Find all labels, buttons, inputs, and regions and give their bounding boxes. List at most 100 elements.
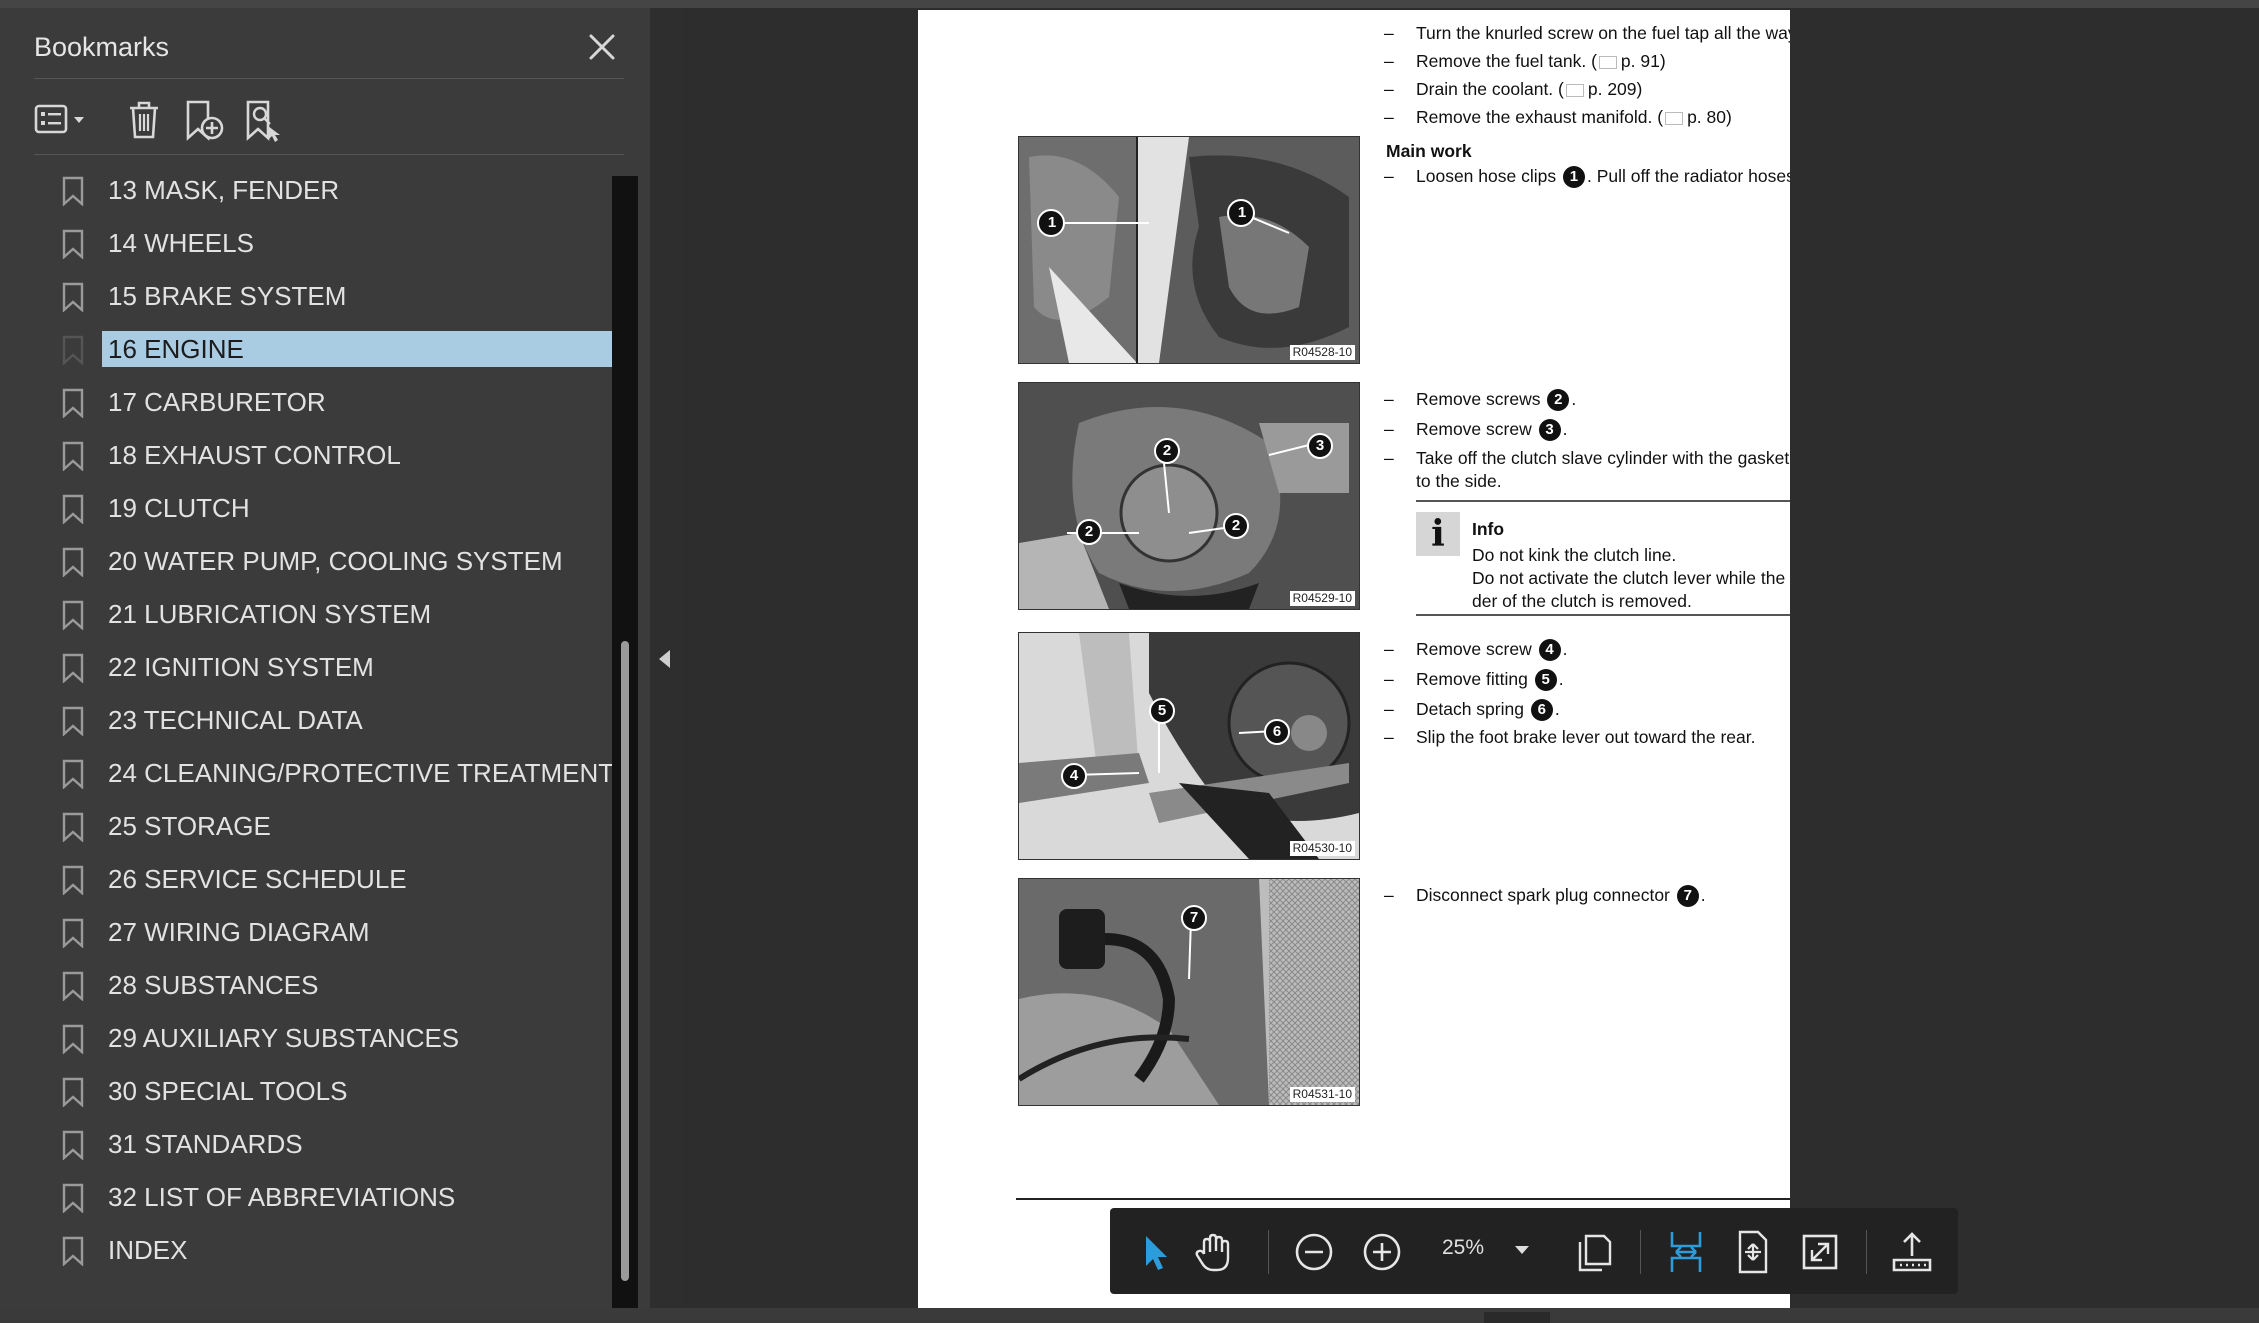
hand-tool-icon[interactable] <box>1190 1228 1238 1276</box>
callout-number: 2 <box>1154 438 1180 464</box>
list-dash: – <box>1384 51 1394 71</box>
zoom-out-icon[interactable] <box>1290 1228 1338 1276</box>
bookmark-item[interactable]: 22 IGNITION SYSTEM <box>0 643 612 691</box>
info-icon: i <box>1416 512 1460 556</box>
bookmark-item[interactable]: 27 WIRING DIAGRAM <box>0 908 612 956</box>
bookmark-item[interactable]: 25 STORAGE <box>0 802 612 850</box>
bookmark-item[interactable]: 14 WHEELS <box>0 219 612 267</box>
bookmark-item[interactable]: 23 TECHNICAL DATA <box>0 696 612 744</box>
bookmark-icon <box>62 1077 84 1107</box>
bookmark-label: 22 IGNITION SYSTEM <box>108 652 374 682</box>
list-dash: – <box>1384 79 1394 99</box>
bookmark-icon <box>62 706 84 736</box>
bookmark-item[interactable]: INDEX <box>0 1226 612 1274</box>
photo-radiator-hoses: 1 1 R04528-10 <box>1018 136 1360 364</box>
page-ref-icon <box>1565 83 1584 97</box>
callout-number: 6 <box>1264 719 1290 745</box>
delete-bookmark-icon[interactable] <box>118 94 170 146</box>
step-text: Remove fitting 5. <box>1416 668 1564 692</box>
callout-number: 2 <box>1076 519 1102 545</box>
photo-code: R04528-10 <box>1289 345 1355 360</box>
photo-code: R04529-10 <box>1289 591 1355 606</box>
section-heading: Main work <box>1386 141 1472 161</box>
zoom-in-icon[interactable] <box>1358 1228 1406 1276</box>
page-display-icon[interactable] <box>1570 1228 1618 1276</box>
callout-number: 7 <box>1181 905 1207 931</box>
bookmark-icon <box>62 229 84 259</box>
bookmark-item[interactable]: 20 WATER PUMP, COOLING SYSTEM <box>0 537 612 585</box>
fit-page-icon[interactable] <box>1728 1228 1776 1276</box>
step-text: Disconnect spark plug connector 7. <box>1416 884 1706 908</box>
add-bookmark-icon[interactable] <box>178 94 230 146</box>
bookmark-item[interactable]: 30 SPECIAL TOOLS <box>0 1067 612 1115</box>
bookmark-label: 17 CARBURETOR <box>108 387 326 417</box>
list-dash: – <box>1384 699 1394 719</box>
bookmark-item[interactable]: 29 AUXILIARY SUBSTANCES <box>0 1014 612 1062</box>
bookmark-icon <box>62 600 84 630</box>
find-bookmark-icon[interactable] <box>238 94 290 146</box>
callout-number: 1 <box>1237 204 1247 221</box>
bookmark-scrollbar[interactable] <box>612 176 638 1308</box>
close-icon[interactable] <box>585 30 619 64</box>
bookmark-item[interactable]: 24 CLEANING/PROTECTIVE TREATMENT <box>0 749 612 797</box>
bookmark-item[interactable]: 32 LIST OF ABBREVIATIONS <box>0 1173 612 1221</box>
list-divider <box>34 154 624 155</box>
share-icon[interactable] <box>1888 1228 1936 1276</box>
bookmark-icon <box>62 812 84 842</box>
bookmark-icon <box>62 759 84 789</box>
callout-number: 4 <box>1061 763 1087 789</box>
photo-code: R04530-10 <box>1289 841 1355 856</box>
photo-code: R04531-10 <box>1289 1087 1355 1102</box>
document-viewport[interactable]: – Turn the knurled screw on the fuel tap… <box>682 8 2259 1308</box>
list-dash: – <box>1384 166 1394 186</box>
photo-foot-brake-lever: 5 6 4 R04530-10 <box>1018 632 1360 860</box>
engine-photo-illustration <box>1019 383 1359 609</box>
bookmark-icon <box>62 865 84 895</box>
bookmark-label: 26 SERVICE SCHEDULE <box>108 864 407 894</box>
list-dash: – <box>1384 669 1394 689</box>
toolbar-separator <box>1866 1230 1867 1274</box>
step-text: Remove screw 4. <box>1416 638 1567 662</box>
callout-number: 1 <box>1562 166 1585 189</box>
engine-photo-illustration <box>1019 633 1359 859</box>
scrollbar-thumb[interactable] <box>621 641 629 1281</box>
collapse-panel-button[interactable] <box>650 8 682 1308</box>
floating-toolbar: 25% <box>1110 1208 1958 1294</box>
zoom-dropdown-icon[interactable] <box>1515 1246 1529 1254</box>
select-arrow-icon[interactable] <box>1132 1228 1180 1276</box>
bookmark-item[interactable]: 18 EXHAUST CONTROL <box>0 431 612 479</box>
options-menu-icon[interactable] <box>30 94 94 146</box>
bookmark-item[interactable]: 21 LUBRICATION SYSTEM <box>0 590 612 638</box>
bookmark-icon <box>62 176 84 206</box>
bookmark-item[interactable]: 26 SERVICE SCHEDULE <box>0 855 612 903</box>
info-text: Do not activate the clutch lever while t… <box>1472 568 1790 588</box>
zoom-level[interactable]: 25% <box>1442 1236 1484 1260</box>
list-dash: – <box>1384 107 1394 127</box>
step-text: Detach spring 6. <box>1416 698 1560 722</box>
callout-number: 2 <box>1547 389 1570 412</box>
collapse-arrow-icon <box>659 650 670 668</box>
callout-number: 5 <box>1149 698 1175 724</box>
bookmark-label: 31 STANDARDS <box>108 1129 303 1159</box>
bookmark-item[interactable]: 17 CARBURETOR <box>0 378 612 426</box>
bookmark-item[interactable]: 28 SUBSTANCES <box>0 961 612 1009</box>
pdf-page: – Turn the knurled screw on the fuel tap… <box>918 10 1790 1308</box>
engine-photo-illustration <box>1019 137 1359 363</box>
bookmark-item[interactable]: 19 CLUTCH <box>0 484 612 532</box>
panel-title: Bookmarks <box>34 32 170 62</box>
bookmark-item[interactable]: 31 STANDARDS <box>0 1120 612 1168</box>
step-text: Slip the foot brake lever out toward the… <box>1416 727 1756 747</box>
photo-clutch-slave-cylinder: 2 3 2 2 R04529-10 <box>1018 382 1360 610</box>
full-screen-icon[interactable] <box>1796 1228 1844 1276</box>
page-ref-icon <box>1665 111 1684 125</box>
bookmark-item[interactable]: 13 MASK, FENDER <box>0 166 612 214</box>
status-bar <box>0 1308 2259 1323</box>
list-dash: – <box>1384 389 1394 409</box>
callout-number: 5 <box>1534 669 1557 692</box>
bookmark-item[interactable]: 15 BRAKE SYSTEM <box>0 272 612 320</box>
bookmark-label: 29 AUXILIARY SUBSTANCES <box>108 1023 460 1053</box>
bookmark-item-selected[interactable]: 16 ENGINE <box>0 325 612 373</box>
bookmark-icon <box>62 1130 84 1160</box>
fit-width-icon[interactable] <box>1662 1228 1710 1276</box>
bookmark-icon <box>62 1024 84 1054</box>
